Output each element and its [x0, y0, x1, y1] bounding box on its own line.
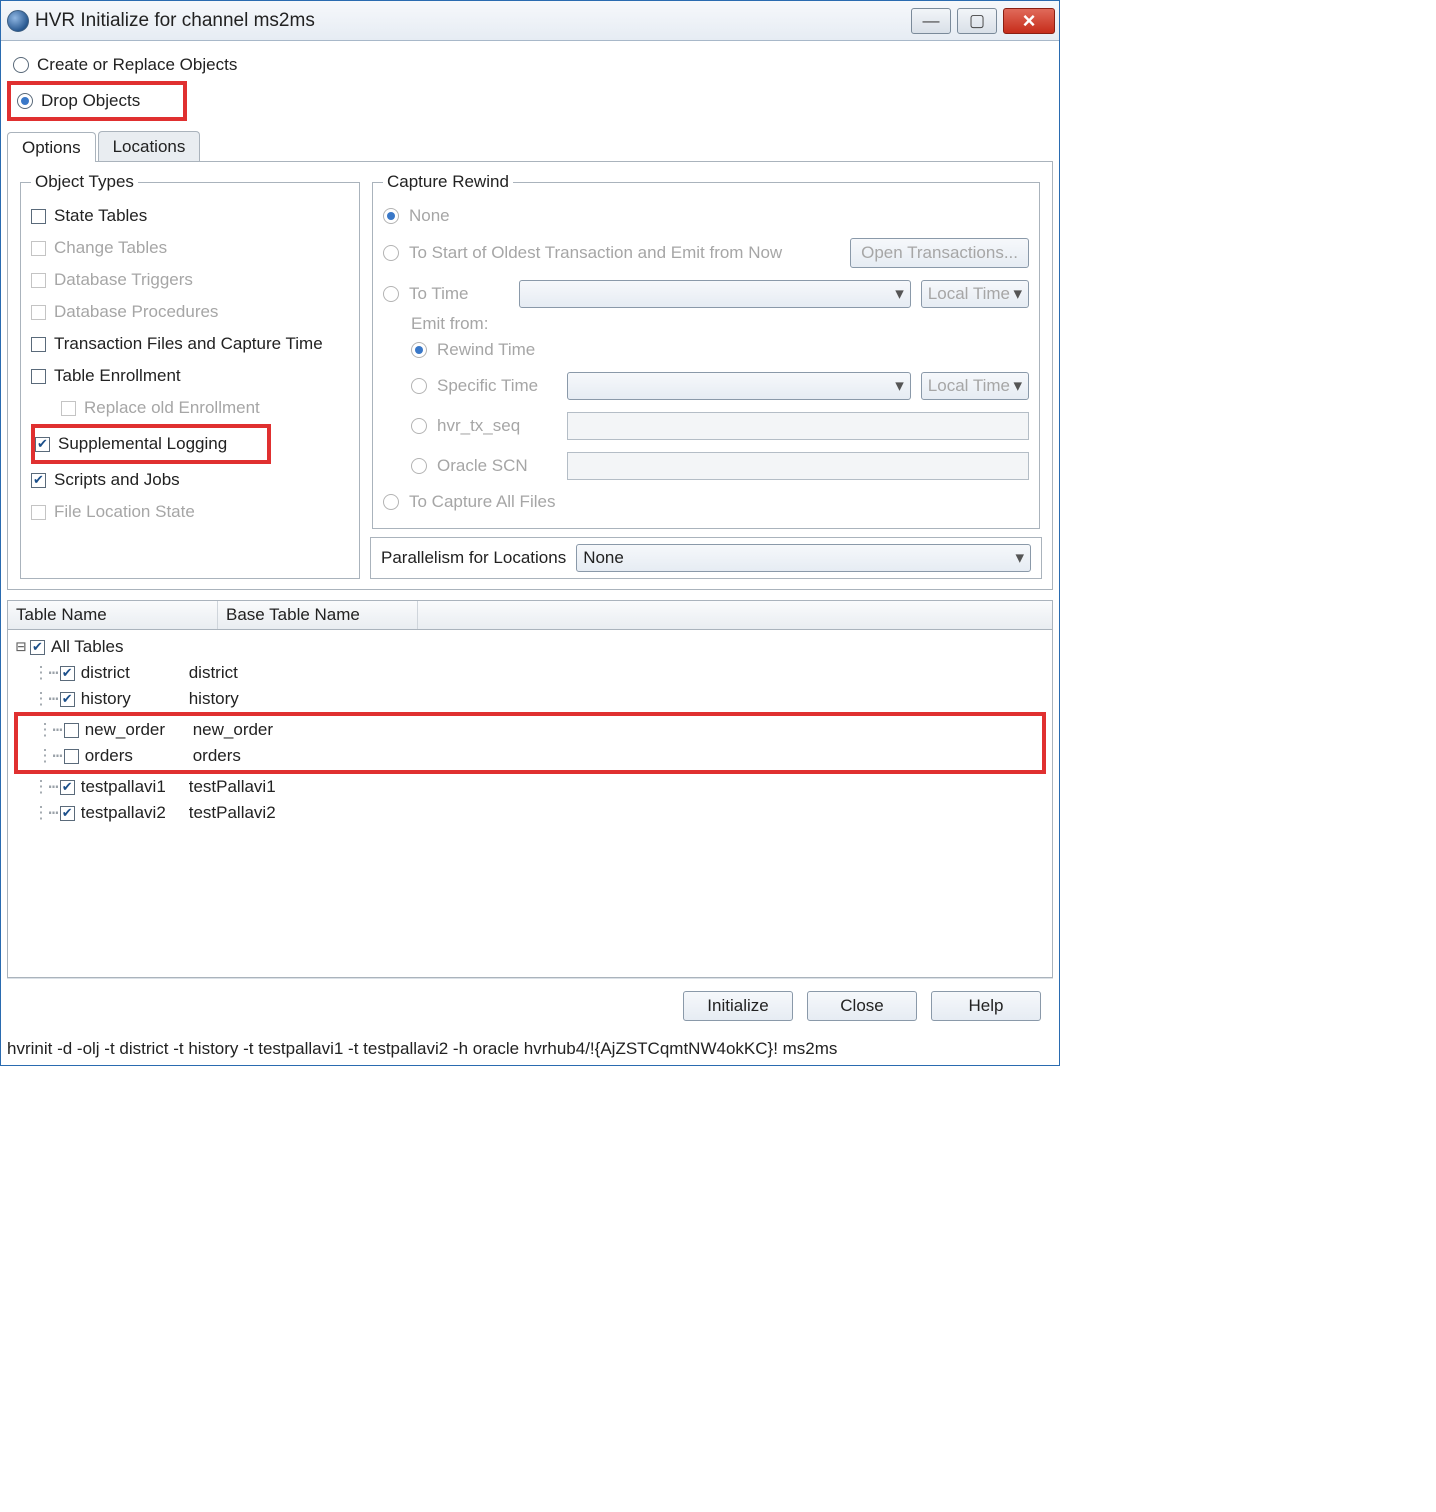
close-dialog-button[interactable]: Close — [807, 991, 917, 1021]
table-area: Table Name Base Table Name ⊟ All Tables … — [7, 600, 1053, 978]
radio-to-start: To Start of Oldest Transaction and Emit … — [383, 232, 1029, 274]
radio-label: Create or Replace Objects — [37, 55, 237, 75]
tab-options[interactable]: Options — [7, 132, 96, 162]
col-base-table-name[interactable]: Base Table Name — [218, 601, 418, 629]
initialize-button[interactable]: Initialize — [683, 991, 793, 1021]
app-icon — [7, 10, 29, 32]
window-buttons: — ▢ × — [911, 8, 1059, 34]
radio-to-time: To Time Local Time — [383, 274, 1029, 314]
chk-state-tables[interactable]: State Tables — [31, 200, 349, 232]
radio-icon — [17, 93, 33, 109]
help-button[interactable]: Help — [931, 991, 1041, 1021]
specific-time-select — [567, 372, 911, 400]
radio-to-capture-all: To Capture All Files — [383, 486, 1029, 518]
radio-oracle-scn: Oracle SCN — [411, 446, 1029, 486]
table-row[interactable]: ⋮⋯testpallavi1testPallavi1 — [14, 774, 1046, 800]
command-line: hvrinit -d -olj -t district -t history -… — [1, 1037, 1059, 1065]
tab-locations[interactable]: Locations — [98, 131, 201, 161]
chk-txn-files[interactable]: Transaction Files and Capture Time — [31, 328, 349, 360]
chk-table-enrollment[interactable]: Table Enrollment — [31, 360, 349, 392]
table-row[interactable]: ⋮⋯districtdistrict — [14, 660, 1046, 686]
chk-database-triggers: Database Triggers — [31, 264, 349, 296]
radio-rewind-time: Rewind Time — [411, 334, 1029, 366]
radio-label: Drop Objects — [41, 91, 140, 111]
chk-file-location-state: File Location State — [31, 496, 349, 528]
table-row[interactable]: ⋮⋯testpallavi2testPallavi2 — [14, 800, 1046, 826]
parallelism-label: Parallelism for Locations — [381, 548, 566, 568]
chk-table-new_order[interactable] — [64, 723, 79, 738]
chk-table-history[interactable] — [60, 692, 75, 707]
chk-replace-old-enrollment: Replace old Enrollment — [61, 392, 349, 424]
emit-from-label: Emit from: — [411, 314, 1029, 334]
radio-drop-objects[interactable]: Drop Objects — [7, 81, 187, 121]
object-types-group: Object Types State Tables Change Tables … — [20, 172, 360, 579]
capture-rewind-group: Capture Rewind None To Start of Oldest T… — [372, 172, 1040, 529]
capture-rewind-legend: Capture Rewind — [383, 172, 513, 192]
tree-root[interactable]: ⊟ All Tables — [14, 634, 1046, 660]
parallelism-select[interactable]: None — [576, 544, 1031, 572]
object-types-legend: Object Types — [31, 172, 138, 192]
to-time-tz-select: Local Time — [921, 280, 1029, 308]
dialog-window: HVR Initialize for channel ms2ms — ▢ × C… — [0, 0, 1060, 1066]
chk-supplemental-logging[interactable]: Supplemental Logging — [35, 428, 267, 460]
radio-create-replace[interactable]: Create or Replace Objects — [7, 49, 1053, 81]
titlebar[interactable]: HVR Initialize for channel ms2ms — ▢ × — [1, 1, 1059, 41]
table-row[interactable]: ⋮⋯historyhistory — [14, 686, 1046, 712]
radio-icon — [13, 57, 29, 73]
chk-table-district[interactable] — [60, 666, 75, 681]
chk-all-tables[interactable] — [30, 640, 45, 655]
table-row[interactable]: ⋮⋯ordersorders — [18, 743, 1042, 769]
specific-time-tz-select: Local Time — [921, 372, 1029, 400]
to-time-select — [519, 280, 911, 308]
chk-table-testpallavi1[interactable] — [60, 780, 75, 795]
hvr-tx-seq-input — [567, 412, 1029, 440]
chk-change-tables: Change Tables — [31, 232, 349, 264]
open-transactions-button: Open Transactions... — [850, 238, 1029, 268]
radio-hvr-tx-seq: hvr_tx_seq — [411, 406, 1029, 446]
minimize-button[interactable]: — — [911, 8, 951, 34]
oracle-scn-input — [567, 452, 1029, 480]
radio-none: None — [383, 200, 1029, 232]
chk-table-testpallavi2[interactable] — [60, 806, 75, 821]
chk-database-procedures: Database Procedures — [31, 296, 349, 328]
radio-specific-time: Specific Time Local Time — [411, 366, 1029, 406]
col-table-name[interactable]: Table Name — [8, 601, 218, 629]
close-button[interactable]: × — [1003, 8, 1055, 34]
window-title: HVR Initialize for channel ms2ms — [35, 10, 911, 32]
tab-bar: Options Locations — [7, 131, 1053, 162]
parallelism-row: Parallelism for Locations None — [370, 537, 1042, 579]
chk-scripts-jobs[interactable]: Scripts and Jobs — [31, 464, 349, 496]
table-row[interactable]: ⋮⋯new_ordernew_order — [18, 717, 1042, 743]
chk-table-orders[interactable] — [64, 749, 79, 764]
maximize-button[interactable]: ▢ — [957, 8, 997, 34]
collapse-icon[interactable]: ⊟ — [14, 637, 28, 657]
